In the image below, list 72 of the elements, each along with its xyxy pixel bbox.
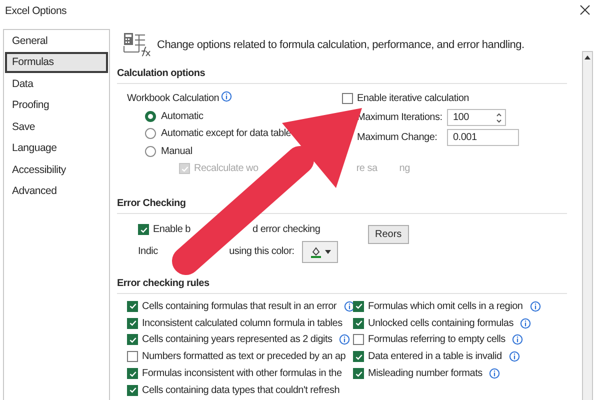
- checkbox-label: ng: [399, 163, 410, 174]
- scroll-up-icon[interactable]: [584, 55, 591, 60]
- info-icon[interactable]: [489, 368, 500, 380]
- info-icon[interactable]: [221, 91, 232, 102]
- checkbox-label: Formulas inconsistent with other formulas in the: [142, 368, 342, 380]
- radio-label: Automatic: [161, 110, 204, 122]
- radio-button[interactable]: [145, 146, 156, 157]
- checkbox-label: re sa: [356, 163, 378, 174]
- info-icon[interactable]: [344, 300, 355, 312]
- sidebar-item[interactable]: Advanced: [5, 180, 108, 202]
- checkbox-label: d error checking: [252, 224, 320, 236]
- checkbox-label: Formulas referring to empty cells: [368, 334, 506, 346]
- checkbox-label: Unlocked cells containing formulas: [368, 318, 514, 329]
- sidebar-item[interactable]: Accessibility: [5, 159, 108, 180]
- checkbox[interactable]: [353, 300, 364, 312]
- checkbox[interactable]: [127, 334, 138, 346]
- checkbox[interactable]: [138, 224, 149, 236]
- sidebar-item[interactable]: Formulas: [5, 52, 108, 73]
- field-label: Maximum Change:: [357, 132, 438, 143]
- radio-button[interactable]: [145, 110, 156, 122]
- sidebar-item[interactable]: Data: [5, 73, 108, 94]
- checkbox[interactable]: [353, 368, 364, 380]
- checkbox-label: Misleading number formats: [368, 368, 482, 380]
- header-text: Change options related to formula calculation, performance, and error handling.: [157, 39, 524, 51]
- scrollbar[interactable]: [582, 51, 593, 400]
- indicator-label: Indic: [138, 246, 158, 257]
- checkbox[interactable]: [127, 300, 138, 312]
- section-title: Calculation options: [117, 62, 567, 84]
- checkbox-label: Inconsistent calculated column formula in tables: [142, 318, 342, 329]
- info-icon[interactable]: [508, 351, 520, 362]
- section-title: Error Checking: [117, 192, 567, 214]
- checkbox[interactable]: [353, 351, 364, 362]
- info-icon[interactable]: [339, 334, 350, 346]
- radio-label: Automatic except for data table: [161, 128, 292, 140]
- radio-label: Manual: [161, 146, 192, 157]
- checkbox-label: Formulas which omit cells in a region: [368, 300, 523, 312]
- formula-icon: [123, 32, 151, 58]
- sidebar-item[interactable]: Language: [5, 138, 108, 159]
- indicator-label: using this color:: [229, 246, 294, 257]
- sidebar-item[interactable]: Proofing: [5, 94, 108, 116]
- sidebar-item[interactable]: General: [5, 30, 108, 52]
- checkbox-label: Data entered in a table is invalid: [368, 351, 502, 362]
- checkbox-label: Recalculate wo: [194, 163, 258, 174]
- checkbox-label: Cells containing data types that couldn't refresh: [142, 384, 340, 396]
- window-title: Excel Options: [5, 5, 67, 17]
- checkbox[interactable]: [342, 93, 353, 104]
- checkbox[interactable]: [127, 368, 138, 380]
- close-icon[interactable]: [580, 5, 590, 15]
- radio-button[interactable]: [145, 128, 156, 140]
- checkbox[interactable]: [127, 384, 138, 396]
- checkbox-label: Numbers formatted as text or preceded by an ap: [142, 351, 346, 362]
- input-field[interactable]: 0.001: [447, 129, 519, 146]
- checkbox-label: Enable b: [153, 224, 190, 236]
- checkbox-label: Cells containing formulas that result in an error: [142, 300, 337, 312]
- group-label: Workbook Calculation: [127, 93, 220, 104]
- info-icon[interactable]: [520, 318, 532, 329]
- sidebar-item[interactable]: Save: [5, 116, 108, 138]
- checkbox-label: Cells containing years represented as 2 digits: [142, 334, 332, 346]
- checkbox[interactable]: [353, 334, 364, 346]
- fill-color-icon: [310, 246, 322, 258]
- reset-button[interactable]: Reors: [368, 225, 409, 244]
- spin-field[interactable]: 100: [447, 109, 506, 126]
- checkbox[interactable]: [127, 351, 138, 362]
- checkbox-label: Enable iterative calculation: [357, 93, 469, 104]
- color-picker-button[interactable]: [302, 240, 338, 262]
- caret-icon: [324, 250, 331, 254]
- info-icon[interactable]: [512, 334, 524, 346]
- info-icon[interactable]: [530, 300, 541, 312]
- checkbox[interactable]: [127, 318, 138, 329]
- spinner-icon[interactable]: [496, 112, 502, 124]
- checkbox[interactable]: [353, 318, 364, 329]
- section-title: Error checking rules: [117, 272, 567, 294]
